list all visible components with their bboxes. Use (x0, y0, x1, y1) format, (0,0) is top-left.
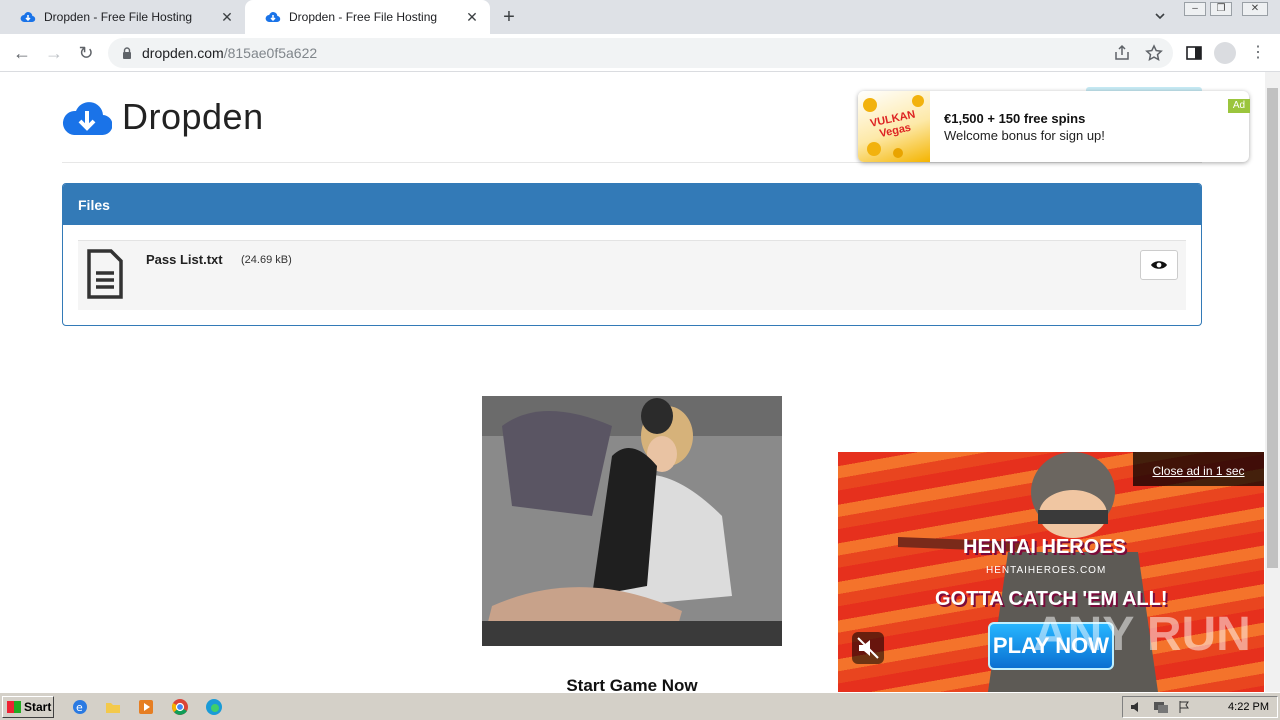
close-ad-button[interactable]: Close ad in 1 sec (1133, 452, 1264, 486)
address-bar[interactable]: dropden.com/815ae0f5a622 (108, 38, 1173, 68)
page-viewport: Dropden Files Pass List.txt (24.69 kB) V… (0, 72, 1280, 692)
cloud-download-logo-icon (63, 102, 112, 136)
file-name[interactable]: Pass List.txt (146, 252, 223, 267)
header-divider (62, 162, 1202, 163)
close-tab-icon[interactable]: ✕ (219, 9, 235, 25)
ad-subline: Welcome bonus for sign up! (944, 128, 1105, 143)
file-row: Pass List.txt (24.69 kB) (78, 240, 1186, 310)
game-ad-image[interactable] (482, 396, 782, 646)
game-ad-illustration (482, 396, 782, 646)
reload-icon[interactable]: ↻ (75, 42, 97, 64)
tab-dropden-1[interactable]: Dropden - Free File Hosting ✕ (0, 0, 245, 34)
folder-icon[interactable] (104, 698, 122, 716)
minimize-icon[interactable]: – (1184, 2, 1206, 16)
start-label: Start (24, 700, 52, 714)
tab-dropden-2[interactable]: Dropden - Free File Hosting ✕ (245, 0, 490, 34)
tab-strip: Dropden - Free File Hosting ✕ Dropden - … (0, 0, 1280, 34)
windows-flag-icon (7, 701, 21, 713)
clock: 4:22 PM (1228, 701, 1269, 713)
ad-headline: €1,500 + 150 free spins (944, 111, 1086, 126)
volume-icon[interactable] (1129, 700, 1143, 714)
casino-ad-image: VULKAN Vegas (858, 91, 930, 162)
svg-text:e: e (76, 701, 83, 714)
bookmark-star-icon[interactable] (1144, 43, 1164, 63)
start-game-link[interactable]: Start Game Now (482, 676, 782, 692)
new-tab-button[interactable]: + (499, 7, 519, 27)
edge-icon[interactable] (205, 698, 223, 716)
scrollbar-thumb[interactable] (1267, 88, 1278, 568)
tab-search-chevron-icon[interactable] (1153, 9, 1167, 23)
preview-button[interactable] (1140, 250, 1178, 280)
game-logo: HENTAI HEROES (963, 536, 1126, 558)
close-tab-icon[interactable]: ✕ (464, 9, 480, 25)
cloud-download-icon (20, 12, 36, 23)
browser-toolbar: ← → ↻ dropden.com/815ae0f5a622 ⋮ (0, 34, 1280, 72)
video-ad[interactable]: Close ad in 1 sec HENTAI HEROES HENTAIHE… (838, 452, 1264, 692)
taskbar: Start e 4:22 PM (0, 692, 1280, 720)
chrome-icon[interactable] (171, 698, 189, 716)
profile-avatar[interactable] (1214, 42, 1236, 64)
ad-badge: Ad (1228, 99, 1250, 113)
url-path: /815ae0f5a622 (223, 45, 318, 61)
files-panel: Files Pass List.txt (24.69 kB) (62, 183, 1202, 326)
forward-arrow-icon[interactable]: → (43, 42, 65, 64)
start-button[interactable]: Start (2, 696, 54, 718)
site-brand[interactable]: Dropden (62, 96, 264, 138)
speaker-muted-icon (857, 637, 879, 659)
close-window-icon[interactable]: ✕ (1242, 2, 1268, 16)
kebab-menu-icon[interactable]: ⋮ (1248, 43, 1268, 63)
anyrun-watermark: ANY RUN (1033, 608, 1251, 661)
url-host: dropden.com (142, 45, 224, 61)
casino-ad-banner[interactable]: VULKAN Vegas €1,500 + 150 free spins Wel… (858, 91, 1250, 162)
back-arrow-icon[interactable]: ← (11, 42, 33, 64)
lock-icon (123, 47, 131, 59)
mute-button[interactable] (852, 632, 884, 664)
text-file-icon (87, 249, 123, 299)
ie-icon[interactable]: e (71, 698, 89, 716)
media-player-icon[interactable] (137, 698, 155, 716)
restore-icon[interactable]: ❐ (1210, 2, 1232, 16)
files-heading: Files (63, 184, 1201, 225)
flag-notification-icon[interactable] (1177, 700, 1191, 714)
network-icon[interactable] (1153, 700, 1169, 714)
side-panel-icon[interactable] (1184, 43, 1204, 63)
system-tray: 4:22 PM (1122, 696, 1278, 718)
file-size: (24.69 kB) (241, 254, 292, 266)
cloud-download-icon (265, 12, 281, 23)
eye-icon (1151, 261, 1167, 269)
site-title: Dropden (122, 96, 264, 137)
share-icon[interactable] (1112, 43, 1132, 63)
tab-title: Dropden - Free File Hosting (44, 10, 193, 24)
game-url: HENTAIHEROES.COM (986, 565, 1107, 576)
tab-title: Dropden - Free File Hosting (289, 10, 438, 24)
